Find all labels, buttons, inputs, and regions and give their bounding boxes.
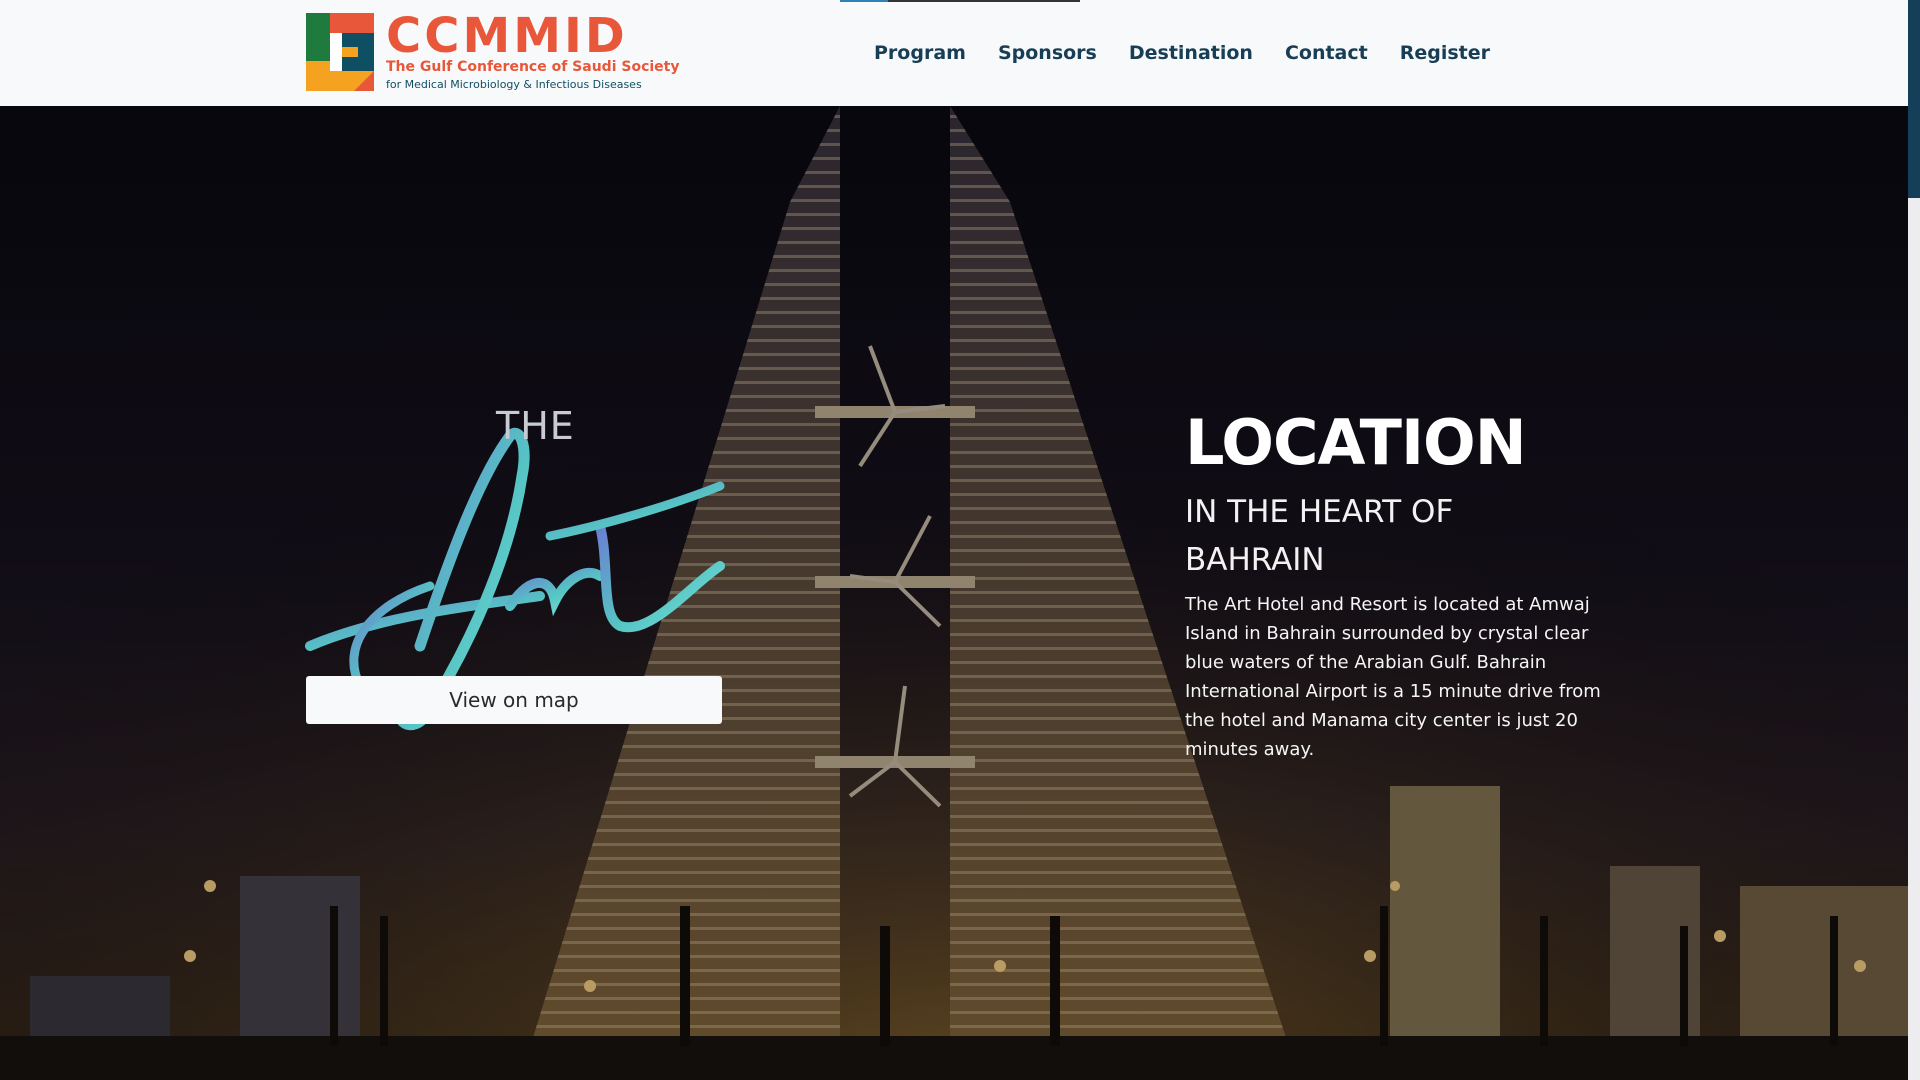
- nav-progress-indicator: [840, 0, 1080, 2]
- page-scrollbar[interactable]: [1908, 0, 1920, 1080]
- scrollbar-thumb[interactable]: [1908, 0, 1920, 198]
- main-nav: Program Sponsors Destination Contact Reg…: [874, 42, 1522, 64]
- nav-item-register[interactable]: Register: [1400, 42, 1490, 64]
- logo-wordmark: CCMMID: [386, 8, 628, 64]
- art-logo-the: THE: [496, 404, 575, 448]
- location-hero: THE View on map LOCATION IN THE HEART OF…: [0, 106, 1908, 1080]
- nav-item-sponsors[interactable]: Sponsors: [998, 42, 1097, 64]
- location-description: The Art Hotel and Resort is located at A…: [1185, 594, 1601, 760]
- nav-item-contact[interactable]: Contact: [1285, 42, 1368, 64]
- nav-active-indicator: [840, 0, 888, 2]
- logo-subtitle-secondary: for Medical Microbiology & Infectious Di…: [386, 78, 642, 91]
- location-subtitle: IN THE HEART OF BAHRAIN: [1185, 494, 1454, 578]
- site-header: CCMMID The Gulf Conference of Saudi Soci…: [0, 0, 1908, 106]
- location-title: LOCATION: [1185, 406, 1527, 479]
- ccmmid-logo[interactable]: CCMMID The Gulf Conference of Saudi Soci…: [306, 9, 679, 93]
- ccmmid-logo-mark-icon: [306, 13, 374, 91]
- nav-item-destination[interactable]: Destination: [1129, 42, 1253, 64]
- view-on-map-button[interactable]: View on map: [306, 676, 722, 724]
- nav-item-program[interactable]: Program: [874, 42, 966, 64]
- bahrain-world-trade-center-photo-icon: [0, 106, 1908, 1080]
- logo-subtitle: The Gulf Conference of Saudi Society: [386, 59, 680, 75]
